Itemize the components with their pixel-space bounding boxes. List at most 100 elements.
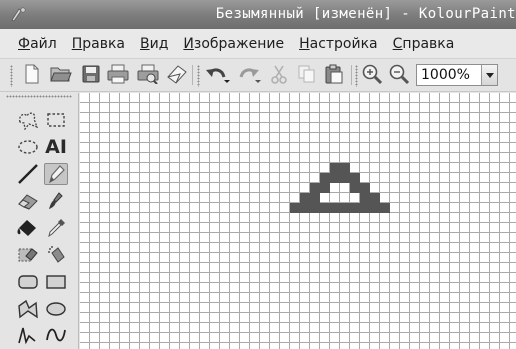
curve-icon <box>46 328 66 342</box>
toolbar-grip[interactable] <box>355 65 358 87</box>
color-eraser-tool[interactable] <box>16 244 40 266</box>
drawn-pixel <box>300 203 310 213</box>
paste-icon <box>325 64 343 84</box>
flood-fill-icon <box>17 220 36 236</box>
drawn-pixel <box>380 203 390 213</box>
menu-help-label: правка <box>402 35 455 52</box>
spraycan-icon <box>48 246 65 263</box>
new-button[interactable] <box>21 63 43 85</box>
menu-help[interactable]: Справка <box>393 36 455 52</box>
zoom-in-button[interactable] <box>361 63 383 85</box>
drawn-pixel <box>360 183 370 193</box>
curve-tool[interactable] <box>44 324 68 346</box>
rectangular-selection-tool[interactable] <box>44 109 68 131</box>
undo-icon <box>206 68 230 83</box>
undo-button[interactable] <box>205 63 233 85</box>
save-button[interactable] <box>80 63 102 85</box>
menu-settings-mnemonic: Н <box>299 35 310 52</box>
copy-button[interactable] <box>296 63 318 85</box>
polygon-tool[interactable] <box>16 298 40 320</box>
elliptical-selection-tool[interactable] <box>16 136 40 158</box>
drawing-canvas[interactable] <box>80 93 516 349</box>
drawn-pixel <box>360 193 370 203</box>
drawn-pixel <box>330 163 340 173</box>
redo-button[interactable] <box>236 63 264 85</box>
toolbar-grip[interactable] <box>197 65 200 87</box>
polyline-tool[interactable] <box>16 324 40 346</box>
main-toolbar: 1000% <box>0 59 516 92</box>
toolbar-grip[interactable] <box>10 65 13 87</box>
zoom-dropdown-button[interactable] <box>481 65 497 85</box>
kolourpaint-app-icon[interactable] <box>10 6 28 22</box>
drawn-pixel <box>370 203 380 213</box>
flood-fill-tool[interactable] <box>16 217 40 239</box>
redo-icon <box>239 68 261 83</box>
toolbox-grip[interactable] <box>6 95 72 98</box>
free-form-selection-tool[interactable] <box>16 109 40 131</box>
chevron-down-icon <box>485 73 494 78</box>
color-picker-icon <box>48 219 65 238</box>
drawn-pixel <box>320 173 330 183</box>
print-preview-icon <box>137 64 159 84</box>
paste-button[interactable] <box>323 63 345 85</box>
rounded-rectangle-tool[interactable] <box>16 271 40 293</box>
brush-icon <box>49 192 63 209</box>
new-icon <box>25 64 39 84</box>
menu-settings[interactable]: Настройка <box>299 36 378 52</box>
cut-button[interactable] <box>268 63 290 85</box>
line-icon <box>18 164 38 184</box>
kolourpaint-window: Безымянный [изменён] - KolourPaint Файл … <box>0 0 516 349</box>
zoom-in-icon <box>362 64 383 85</box>
drawn-pixel <box>310 193 320 203</box>
rectangle-icon <box>46 275 66 289</box>
drawn-pixel <box>340 203 350 213</box>
title-bar[interactable]: Безымянный [изменён] - KolourPaint <box>0 0 516 29</box>
menu-edit-label: равка <box>82 35 125 52</box>
text-tool[interactable]: AI <box>44 136 68 158</box>
pen-tool[interactable] <box>44 163 68 185</box>
line-tool[interactable] <box>16 163 40 185</box>
zoom-value[interactable]: 1000% <box>417 67 481 83</box>
drawn-pixel <box>310 183 320 193</box>
toolbar-separator <box>351 65 352 85</box>
open-icon <box>50 67 72 82</box>
menu-image[interactable]: Изображение <box>183 36 284 52</box>
save-icon <box>82 65 100 83</box>
menu-image-mnemonic: И <box>183 35 194 52</box>
menu-edit[interactable]: Правка <box>72 36 125 52</box>
zoom-out-button[interactable] <box>388 63 410 85</box>
drawn-pixel <box>370 193 380 203</box>
copy-icon <box>298 65 315 83</box>
ellipse-tool[interactable] <box>44 298 68 320</box>
color-eraser-icon <box>18 248 38 262</box>
menu-help-mnemonic: С <box>392 35 403 52</box>
cut-icon <box>271 65 287 84</box>
mail-button[interactable] <box>166 63 188 85</box>
pen-icon <box>49 165 65 184</box>
open-button[interactable] <box>50 63 72 85</box>
menu-view[interactable]: Вид <box>140 36 168 52</box>
menu-file-mnemonic: Ф <box>18 35 31 52</box>
polygon-icon <box>18 299 38 319</box>
menu-file[interactable]: Файл <box>18 36 57 52</box>
eraser-icon <box>18 194 38 210</box>
rectangle-tool[interactable] <box>44 271 68 293</box>
free-form-selection-icon <box>18 112 39 130</box>
print-button[interactable] <box>107 63 129 85</box>
drawn-pixel <box>340 173 350 183</box>
brush-tool[interactable] <box>44 190 68 212</box>
drawn-pixel <box>350 173 360 183</box>
elliptical-selection-icon <box>18 140 38 154</box>
print-preview-button[interactable] <box>137 63 159 85</box>
drawn-pixel <box>300 193 310 203</box>
color-picker-tool[interactable] <box>44 217 68 239</box>
drawn-pixel <box>350 203 360 213</box>
drawn-pixel <box>340 163 350 173</box>
eraser-tool[interactable] <box>16 190 40 212</box>
spraycan-tool[interactable] <box>44 244 68 266</box>
drawn-pixel <box>330 203 340 213</box>
zoom-combobox[interactable]: 1000% <box>416 64 498 86</box>
menu-bar: Файл Правка Вид Изображение Настройка Сп… <box>0 29 516 59</box>
window-title: Безымянный [изменён] - KolourPaint <box>215 6 516 22</box>
drawn-pixel <box>310 203 320 213</box>
